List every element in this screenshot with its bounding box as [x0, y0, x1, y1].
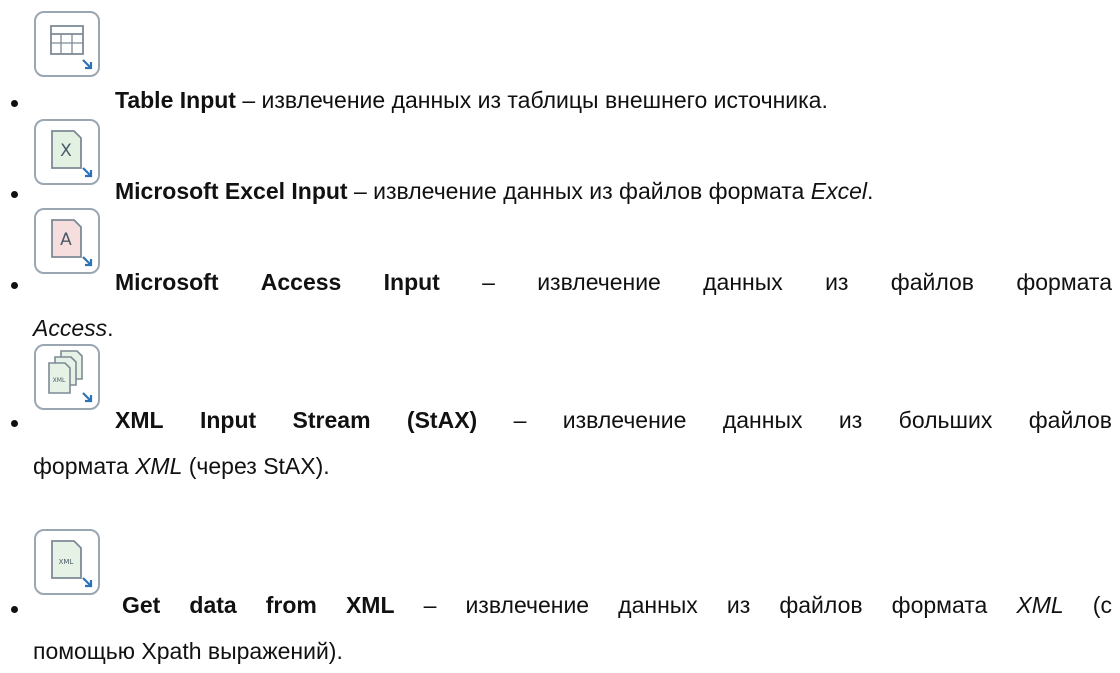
bullet: [11, 100, 18, 107]
item-text: – извлечение данных из файлов формата: [353, 178, 811, 204]
svg-text:A: A: [60, 230, 72, 250]
bullet: [11, 606, 18, 613]
svg-text:XML: XML: [59, 558, 74, 566]
format-name: Access: [33, 315, 108, 341]
bullet: [11, 191, 18, 198]
bullet: [11, 420, 18, 427]
item-line: XML Input Stream (StAX) – извлечение дан…: [115, 407, 1112, 433]
bullet: [11, 282, 18, 289]
item-continuation: помощью Xpath выражений).: [33, 638, 343, 664]
svg-text:XML: XML: [53, 377, 66, 384]
svg-text:X: X: [60, 141, 72, 161]
table-input-icon: [34, 11, 100, 77]
excel-input-icon: X: [34, 119, 100, 185]
item-name: Table Input: [115, 87, 236, 113]
item-name: Microsoft Excel Input: [115, 178, 348, 204]
item-line: Table Input – извлечение данных из табли…: [115, 85, 1112, 115]
xml-stream-icon: XML: [34, 344, 100, 410]
item-line: Get data from XML – извлечение данных из…: [122, 592, 1112, 618]
item-line: Microsoft Excel Input – извлечение данны…: [115, 178, 874, 204]
item-line: Microsoft Access Input – извлечение данн…: [115, 269, 1112, 295]
item-continuation: Access.: [33, 315, 114, 341]
xml-get-data-icon: XML: [34, 529, 100, 595]
item-continuation: формата XML (через StAX).: [33, 453, 330, 479]
format-name: XML: [1016, 592, 1064, 618]
access-input-icon: A: [34, 208, 100, 274]
item-text: – извлечение данных из таблицы внешнего …: [242, 87, 828, 113]
format-name: Excel: [810, 178, 867, 204]
format-name: XML: [135, 453, 183, 479]
